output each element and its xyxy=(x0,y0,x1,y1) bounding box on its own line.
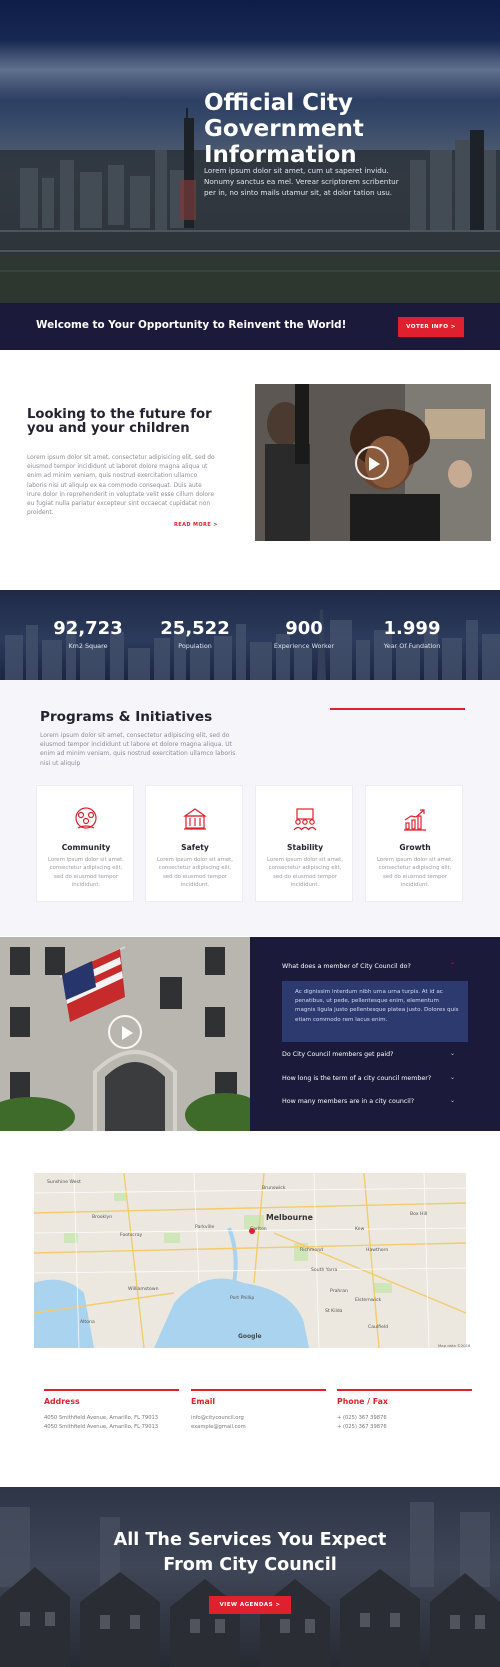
play-icon xyxy=(122,1026,133,1040)
map-label: St Kilda xyxy=(325,1309,343,1314)
cta-title: All The Services You Expect From City Co… xyxy=(0,1528,500,1578)
contact-phone: + (025) 367 39876 xyxy=(337,1424,387,1430)
programs-text: Lorem ipsum dolor sit amet, consectetur … xyxy=(40,732,236,767)
chevron-up-icon[interactable]: ⌃ xyxy=(450,962,455,969)
map-graphic xyxy=(34,1173,466,1348)
contact-heading-email: Email xyxy=(191,1397,216,1406)
cta-title-line: From City Council xyxy=(163,1555,337,1575)
growth-chart-icon xyxy=(404,809,426,831)
faq-question[interactable]: How long is the term of a city council m… xyxy=(282,1075,431,1082)
voter-info-button[interactable]: VOTER INFO > xyxy=(398,317,464,337)
map-label: Sunshine West xyxy=(47,1180,81,1185)
map-label: Box Hill xyxy=(410,1212,428,1217)
cta-title-line: All The Services You Expect xyxy=(113,1530,387,1550)
map-city-label: Melbourne xyxy=(266,1213,313,1222)
programs-divider xyxy=(330,708,465,710)
stat-label: Population xyxy=(178,642,212,650)
map-label: Caulfield xyxy=(368,1325,389,1330)
map-label: Richmond xyxy=(300,1248,324,1253)
chevron-down-icon[interactable]: ⌄ xyxy=(450,1074,455,1081)
hero-title: Official City Government Information xyxy=(204,90,364,168)
map-label: Altona xyxy=(80,1320,95,1325)
view-agendas-button[interactable]: VIEW AGENDAS > xyxy=(209,1596,291,1614)
flag-building-video[interactable] xyxy=(0,937,250,1131)
stat-year: 1.999 Year Of Fundation xyxy=(357,618,467,650)
play-button[interactable] xyxy=(108,1015,142,1049)
contact-divider xyxy=(191,1389,326,1391)
google-logo: Google xyxy=(238,1333,262,1340)
programs-title: Programs & Initiatives xyxy=(40,709,213,725)
contact-heading-phone: Phone / Fax xyxy=(337,1397,388,1406)
future-title: Looking to the future for you and your c… xyxy=(27,407,212,436)
contact-divider xyxy=(337,1389,472,1391)
program-card-community[interactable]: Community Lorem ipsum dolor sit amet, co… xyxy=(36,785,134,902)
contact-divider xyxy=(44,1389,179,1391)
contact-heading-address: Address xyxy=(44,1397,80,1406)
stat-label: Km2 Square xyxy=(68,642,108,650)
map-label: Port Phillip xyxy=(230,1296,255,1301)
program-card-stability[interactable]: Stability Lorem ipsum dolor sit amet, co… xyxy=(255,785,353,902)
play-button[interactable] xyxy=(355,446,389,480)
card-text: Lorem ipsum dolor sit amet, consectetur … xyxy=(157,857,233,889)
read-more-link[interactable]: READ MORE > xyxy=(174,522,218,528)
map-label: Carlton xyxy=(250,1227,267,1232)
faq-question[interactable]: What does a member of City Council do? xyxy=(282,963,411,970)
map-label: Footscray xyxy=(120,1233,143,1238)
card-text: Lorem ipsum dolor sit amet, consectetur … xyxy=(267,857,343,889)
stat-area: 92,723 Km2 Square xyxy=(33,618,143,650)
contact-email[interactable]: info@citycouncil.org xyxy=(191,1415,244,1421)
welcome-text: Welcome to Your Opportunity to Reinvent … xyxy=(36,319,347,331)
building-icon xyxy=(183,808,207,830)
stat-number: 900 xyxy=(285,618,323,639)
stat-number: 92,723 xyxy=(53,618,123,639)
map-label: Elsternwick xyxy=(355,1298,382,1303)
program-card-growth[interactable]: Growth Lorem ipsum dolor sit amet, conse… xyxy=(365,785,463,902)
map-label: Parkville xyxy=(195,1225,215,1230)
stat-label: Experience Worker xyxy=(273,642,335,650)
stat-number: 25,522 xyxy=(160,618,230,639)
map-label: South Yarra xyxy=(311,1268,338,1273)
contact-value: 4050 Smithfield Avenue, Amarillo, FL 790… xyxy=(44,1415,159,1421)
card-title: Community xyxy=(61,843,111,852)
faq-question[interactable]: Do City Council members get paid? xyxy=(282,1051,393,1058)
faq-question[interactable]: How many members are in a city council? xyxy=(282,1098,414,1105)
stat-workers: 900 Experience Worker xyxy=(249,618,359,650)
hero-description: Lorem ipsum dolor sit amet, cum ut saper… xyxy=(204,166,399,197)
program-card-safety[interactable]: Safety Lorem ipsum dolor sit amet, conse… xyxy=(145,785,243,902)
card-title: Stability xyxy=(286,843,324,852)
map-label: Brunswick xyxy=(262,1186,286,1191)
video-thumbnail[interactable] xyxy=(255,384,491,541)
play-icon xyxy=(369,457,380,471)
stat-number: 1.999 xyxy=(383,618,441,639)
card-text: Lorem ipsum dolor sit amet, consectetur … xyxy=(377,857,453,889)
stat-population: 25,522 Population xyxy=(140,618,250,650)
map-label: Brooklyn xyxy=(92,1215,113,1220)
map-label: Hawthorn xyxy=(366,1248,389,1253)
card-title: Safety xyxy=(181,843,209,852)
map-label: Kew xyxy=(355,1227,365,1232)
contact-value: 4050 Smithfield Avenue, Amarillo, FL 790… xyxy=(44,1424,159,1430)
chevron-down-icon[interactable]: ⌄ xyxy=(450,1050,455,1057)
map-data-credit: Map data ©2018 xyxy=(438,1343,471,1348)
contact-phone: + (025) 367 39876 xyxy=(337,1415,387,1421)
map-label: Williamstown xyxy=(128,1287,159,1292)
chevron-down-icon[interactable]: ⌄ xyxy=(450,1097,455,1104)
contact-email[interactable]: example@gmail.com xyxy=(191,1424,246,1430)
future-text: Lorem ipsum dolor sit amet, consectetur … xyxy=(27,455,215,517)
meeting-icon xyxy=(293,808,317,831)
faq-answer-text: Ac dignissim interdum nibh urna urna tur… xyxy=(295,989,459,1023)
map-embed[interactable] xyxy=(34,1173,466,1348)
stat-label: Year Of Fundation xyxy=(383,642,441,650)
map-label: Prahran xyxy=(330,1289,348,1294)
card-text: Lorem ipsum dolor sit amet, consectetur … xyxy=(48,857,124,889)
community-icon xyxy=(75,807,97,829)
card-title: Growth xyxy=(399,843,431,852)
